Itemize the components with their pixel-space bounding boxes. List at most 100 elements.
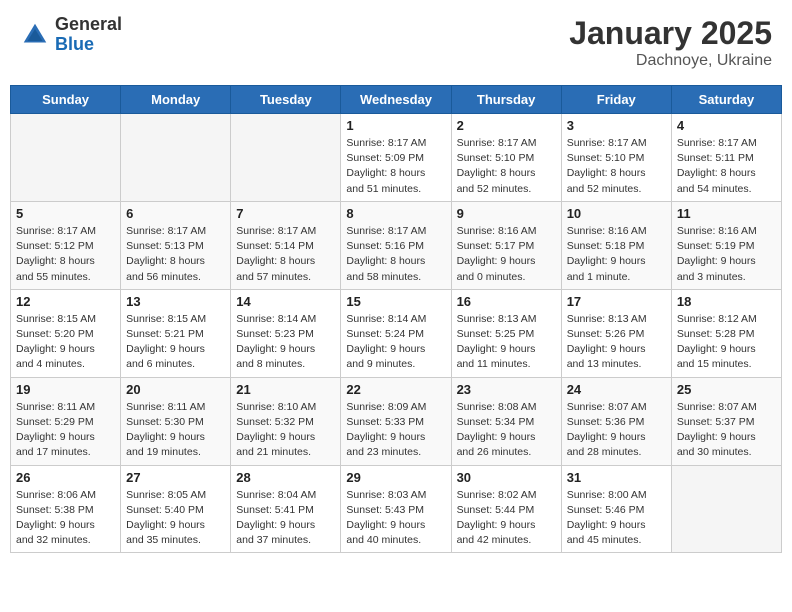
- day-cell-23: 23Sunrise: 8:08 AMSunset: 5:34 PMDayligh…: [451, 377, 561, 465]
- day-info: Sunrise: 8:17 AMSunset: 5:11 PMDaylight:…: [677, 136, 776, 197]
- day-info: Sunrise: 8:13 AMSunset: 5:25 PMDaylight:…: [457, 312, 556, 373]
- day-info: Sunrise: 8:13 AMSunset: 5:26 PMDaylight:…: [567, 312, 666, 373]
- page-header: General Blue January 2025 Dachnoye, Ukra…: [10, 10, 782, 75]
- day-cell-19: 19Sunrise: 8:11 AMSunset: 5:29 PMDayligh…: [11, 377, 121, 465]
- day-number: 11: [677, 206, 776, 221]
- day-cell-2: 2 Sunrise: 8:17 AMSunset: 5:10 PMDaylight…: [451, 114, 561, 202]
- weekday-header-wednesday: Wednesday: [341, 86, 451, 114]
- day-info: Sunrise: 8:16 AMSunset: 5:17 PMDaylight:…: [457, 224, 556, 285]
- day-number: 10: [567, 206, 666, 221]
- day-cell-1: 1 Sunrise: 8:17 AMSunset: 5:09 PMDaylight…: [341, 114, 451, 202]
- day-number: 28: [236, 470, 335, 485]
- weekday-header-tuesday: Tuesday: [231, 86, 341, 114]
- day-number: 31: [567, 470, 666, 485]
- day-info: Sunrise: 8:05 AMSunset: 5:40 PMDaylight:…: [126, 488, 225, 549]
- day-cell-empty-4-6: [671, 465, 781, 553]
- logo: General Blue: [20, 15, 122, 55]
- logo-blue-text: Blue: [55, 35, 122, 55]
- day-cell-21: 21 Sunrise: 8:10 AMSunset: 5:32 PMDayligh…: [231, 377, 341, 465]
- day-cell-6: 6 Sunrise: 8:17 AMSunset: 5:13 PMDaylight…: [121, 201, 231, 289]
- day-number: 14: [236, 294, 335, 309]
- calendar-title: January 2025: [569, 15, 772, 52]
- day-cell-7: 7Sunrise: 8:17 AMSunset: 5:14 PMDaylight…: [231, 201, 341, 289]
- day-number: 27: [126, 470, 225, 485]
- day-cell-14: 14 Sunrise: 8:14 AMSunset: 5:23 PMDayligh…: [231, 289, 341, 377]
- day-number: 13: [126, 294, 225, 309]
- day-cell-25: 25Sunrise: 8:07 AMSunset: 5:37 PMDayligh…: [671, 377, 781, 465]
- day-cell-29: 29 Sunrise: 8:03 AMSunset: 5:43 PMDayligh…: [341, 465, 451, 553]
- day-info: Sunrise: 8:04 AMSunset: 5:41 PMDaylight:…: [236, 488, 335, 549]
- logo-general-text: General: [55, 15, 122, 35]
- day-cell-8: 8Sunrise: 8:17 AMSunset: 5:16 PMDaylight…: [341, 201, 451, 289]
- week-row-5: 26Sunrise: 8:06 AMSunset: 5:38 PMDayligh…: [11, 465, 782, 553]
- day-info: Sunrise: 8:17 AMSunset: 5:09 PMDaylight:…: [346, 136, 445, 197]
- day-cell-15: 15 Sunrise: 8:14 AMSunset: 5:24 PMDayligh…: [341, 289, 451, 377]
- day-info: Sunrise: 8:16 AMSunset: 5:19 PMDaylight:…: [677, 224, 776, 285]
- day-info: Sunrise: 8:00 AMSunset: 5:46 PMDaylight:…: [567, 488, 666, 549]
- day-number: 17: [567, 294, 666, 309]
- day-info: Sunrise: 8:02 AMSunset: 5:44 PMDaylight:…: [457, 488, 556, 549]
- calendar-table: SundayMondayTuesdayWednesdayThursdayFrid…: [10, 85, 782, 553]
- day-number: 5: [16, 206, 115, 221]
- day-number: 29: [346, 470, 445, 485]
- day-cell-16: 16Sunrise: 8:13 AMSunset: 5:25 PMDayligh…: [451, 289, 561, 377]
- day-cell-17: 17 Sunrise: 8:13 AMSunset: 5:26 PMDayligh…: [561, 289, 671, 377]
- day-cell-11: 11 Sunrise: 8:16 AMSunset: 5:19 PMDayligh…: [671, 201, 781, 289]
- day-number: 2: [457, 118, 556, 133]
- day-number: 8: [346, 206, 445, 221]
- day-cell-empty-0-1: [121, 114, 231, 202]
- day-info: Sunrise: 8:17 AMSunset: 5:10 PMDaylight:…: [567, 136, 666, 197]
- day-info: Sunrise: 8:14 AMSunset: 5:24 PMDaylight:…: [346, 312, 445, 373]
- day-number: 4: [677, 118, 776, 133]
- day-info: Sunrise: 8:14 AMSunset: 5:23 PMDaylight:…: [236, 312, 335, 373]
- logo-icon: [20, 20, 50, 50]
- day-cell-24: 24Sunrise: 8:07 AMSunset: 5:36 PMDayligh…: [561, 377, 671, 465]
- day-info: Sunrise: 8:03 AMSunset: 5:43 PMDaylight:…: [346, 488, 445, 549]
- weekday-header-row: SundayMondayTuesdayWednesdayThursdayFrid…: [11, 86, 782, 114]
- day-info: Sunrise: 8:17 AMSunset: 5:14 PMDaylight:…: [236, 224, 335, 285]
- day-info: Sunrise: 8:17 AMSunset: 5:13 PMDaylight:…: [126, 224, 225, 285]
- day-cell-18: 18Sunrise: 8:12 AMSunset: 5:28 PMDayligh…: [671, 289, 781, 377]
- calendar-subtitle: Dachnoye, Ukraine: [569, 52, 772, 70]
- day-cell-13: 13 Sunrise: 8:15 AMSunset: 5:21 PMDayligh…: [121, 289, 231, 377]
- day-cell-empty-0-0: [11, 114, 121, 202]
- day-info: Sunrise: 8:06 AMSunset: 5:38 PMDaylight:…: [16, 488, 115, 549]
- week-row-2: 5Sunrise: 8:17 AMSunset: 5:12 PMDaylight…: [11, 201, 782, 289]
- day-info: Sunrise: 8:08 AMSunset: 5:34 PMDaylight:…: [457, 400, 556, 461]
- day-number: 15: [346, 294, 445, 309]
- day-cell-12: 12Sunrise: 8:15 AMSunset: 5:20 PMDayligh…: [11, 289, 121, 377]
- day-info: Sunrise: 8:15 AMSunset: 5:20 PMDaylight:…: [16, 312, 115, 373]
- day-number: 25: [677, 382, 776, 397]
- weekday-header-monday: Monday: [121, 86, 231, 114]
- day-number: 3: [567, 118, 666, 133]
- day-cell-27: 27 Sunrise: 8:05 AMSunset: 5:40 PMDayligh…: [121, 465, 231, 553]
- day-number: 22: [346, 382, 445, 397]
- day-cell-10: 10 Sunrise: 8:16 AMSunset: 5:18 PMDayligh…: [561, 201, 671, 289]
- week-row-1: 1 Sunrise: 8:17 AMSunset: 5:09 PMDaylight…: [11, 114, 782, 202]
- day-info: Sunrise: 8:16 AMSunset: 5:18 PMDaylight:…: [567, 224, 666, 285]
- calendar-body: 1 Sunrise: 8:17 AMSunset: 5:09 PMDaylight…: [11, 114, 782, 553]
- day-cell-30: 30 Sunrise: 8:02 AMSunset: 5:44 PMDayligh…: [451, 465, 561, 553]
- day-number: 30: [457, 470, 556, 485]
- day-cell-28: 28 Sunrise: 8:04 AMSunset: 5:41 PMDayligh…: [231, 465, 341, 553]
- day-number: 24: [567, 382, 666, 397]
- day-cell-5: 5Sunrise: 8:17 AMSunset: 5:12 PMDaylight…: [11, 201, 121, 289]
- day-info: Sunrise: 8:17 AMSunset: 5:10 PMDaylight:…: [457, 136, 556, 197]
- day-number: 21: [236, 382, 335, 397]
- week-row-4: 19Sunrise: 8:11 AMSunset: 5:29 PMDayligh…: [11, 377, 782, 465]
- day-info: Sunrise: 8:15 AMSunset: 5:21 PMDaylight:…: [126, 312, 225, 373]
- day-number: 20: [126, 382, 225, 397]
- day-number: 6: [126, 206, 225, 221]
- day-info: Sunrise: 8:11 AMSunset: 5:30 PMDaylight:…: [126, 400, 225, 461]
- title-area: January 2025 Dachnoye, Ukraine: [569, 15, 772, 70]
- day-number: 1: [346, 118, 445, 133]
- day-cell-31: 31 Sunrise: 8:00 AMSunset: 5:46 PMDayligh…: [561, 465, 671, 553]
- weekday-header-saturday: Saturday: [671, 86, 781, 114]
- day-cell-empty-0-2: [231, 114, 341, 202]
- day-info: Sunrise: 8:10 AMSunset: 5:32 PMDaylight:…: [236, 400, 335, 461]
- day-cell-22: 22 Sunrise: 8:09 AMSunset: 5:33 PMDayligh…: [341, 377, 451, 465]
- day-info: Sunrise: 8:09 AMSunset: 5:33 PMDaylight:…: [346, 400, 445, 461]
- day-cell-26: 26Sunrise: 8:06 AMSunset: 5:38 PMDayligh…: [11, 465, 121, 553]
- day-info: Sunrise: 8:11 AMSunset: 5:29 PMDaylight:…: [16, 400, 115, 461]
- day-cell-3: 3 Sunrise: 8:17 AMSunset: 5:10 PMDaylight…: [561, 114, 671, 202]
